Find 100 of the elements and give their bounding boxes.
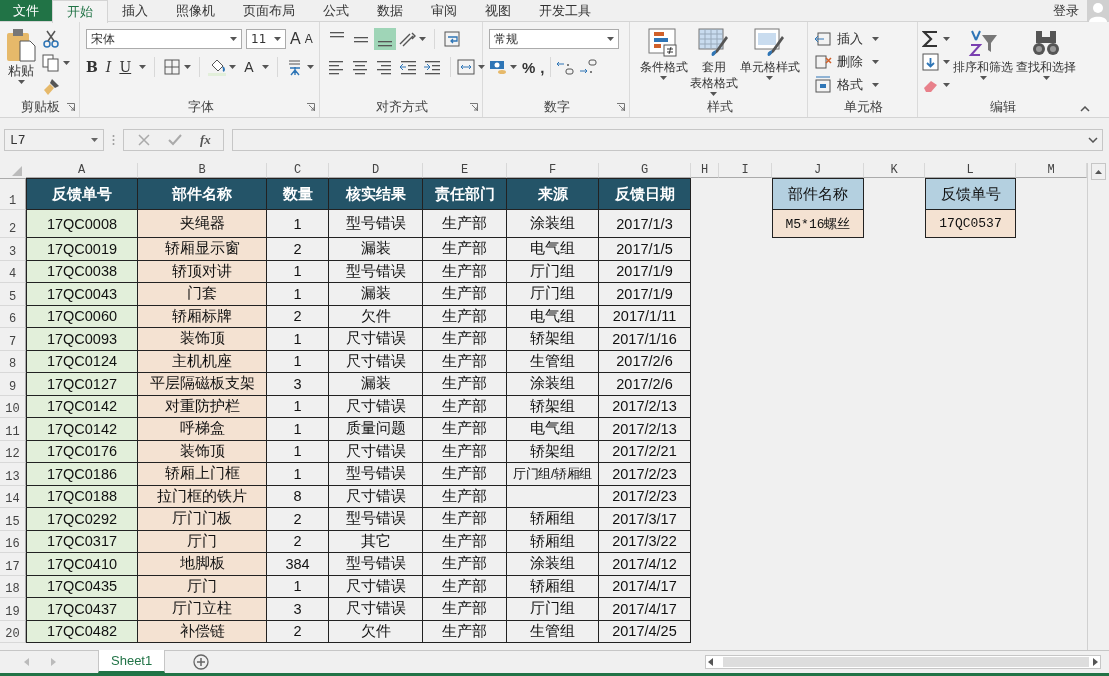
paste-button[interactable]: 粘贴 [6, 28, 36, 97]
table-cell: 生产部 [423, 598, 507, 621]
column-header[interactable]: F [507, 163, 599, 178]
table-cell: 轿厢显示窗 [138, 238, 267, 261]
table-cell: 尺寸错误 [329, 575, 423, 598]
ribbon-tab[interactable]: 文件 [0, 0, 52, 21]
group-label: 单元格 [844, 98, 883, 116]
table-cell: 生管组 [507, 620, 599, 643]
table-cell: 呼梯盒 [138, 418, 267, 441]
cells-menu-button[interactable]: 插入 [814, 28, 879, 50]
table-cell: 17QC0437 [26, 598, 138, 621]
table-cell: 型号错误 [329, 260, 423, 283]
table-cell: 生产部 [423, 305, 507, 328]
table-cell: 轿厢上门框 [138, 463, 267, 486]
column-header[interactable]: H [691, 163, 719, 178]
button-label: 套用 [701, 60, 726, 74]
name-box[interactable]: L7 [4, 129, 104, 151]
table-cell: 384 [267, 553, 329, 576]
table-header: 反馈日期 [599, 178, 691, 210]
sheet-tab[interactable]: Sheet1 [98, 650, 166, 673]
table-cell: 夹绳器 [138, 210, 267, 238]
ribbon-tab[interactable]: 审阅 [417, 0, 471, 21]
button-label: 条件格式 [639, 60, 688, 74]
table-cell: 生产部 [423, 440, 507, 463]
table-cell: 1 [267, 350, 329, 373]
percent-style-button[interactable]: % [522, 58, 536, 76]
table-cell: 质量问题 [329, 418, 423, 441]
lookup-value[interactable]: 17QC0537 [925, 210, 1016, 238]
font-color-button[interactable]: A [244, 59, 254, 75]
ribbon-tab[interactable]: 插入 [108, 0, 162, 21]
style-button[interactable]: 条件格式 [639, 28, 688, 97]
table-header: 责任部门 [423, 178, 507, 210]
cells-menu-button[interactable]: 格式 [814, 74, 879, 96]
table-cell: 轿架组 [507, 395, 599, 418]
insert-function-button[interactable]: fx [200, 132, 211, 148]
find-select-button[interactable]: 查找和选择 [1016, 28, 1076, 97]
table-cell: 漏装 [329, 238, 423, 261]
column-header[interactable]: C [267, 163, 329, 178]
table-cell: 2017/4/12 [599, 553, 691, 576]
table-cell: 涂装组 [507, 373, 599, 396]
number-format-field[interactable]: 常规 [489, 29, 619, 49]
column-header[interactable]: G [599, 163, 691, 178]
table-header: 反馈单号 [26, 178, 138, 210]
table-cell: 17QC0060 [26, 305, 138, 328]
ribbon-tab[interactable]: 开始 [52, 0, 108, 23]
style-button[interactable]: 单元格样式 [739, 28, 800, 97]
lookup-value[interactable]: M5*16螺丝 [772, 210, 864, 238]
column-header[interactable]: L [925, 163, 1016, 178]
shrink-font-button[interactable]: A [304, 32, 313, 46]
style-button[interactable]: 套用 表格格式 [689, 28, 738, 97]
column-header[interactable]: M [1016, 163, 1087, 178]
comma-style-button[interactable]: , [540, 58, 545, 76]
column-header[interactable]: D [329, 163, 423, 178]
table-cell: 2017/2/13 [599, 395, 691, 418]
cells-menu-button[interactable]: 删除 [814, 51, 879, 73]
button-label: 单元格样式 [739, 60, 800, 74]
table-cell: 漏装 [329, 283, 423, 306]
column-header[interactable]: I [719, 163, 772, 178]
table-cell: 生产部 [423, 508, 507, 531]
table-cell: 2017/2/13 [599, 418, 691, 441]
sort-filter-button[interactable]: 排序和筛选 [953, 28, 1013, 97]
ribbon-tab[interactable]: 视图 [471, 0, 525, 21]
column-header[interactable]: J [772, 163, 864, 178]
ribbon-tab[interactable]: 公式 [309, 0, 363, 21]
font-size-field[interactable]: 11 [246, 29, 286, 49]
table-cell: 轿厢标牌 [138, 305, 267, 328]
table-cell: 型号错误 [329, 553, 423, 576]
ribbon-tab[interactable]: 照像机 [162, 0, 229, 21]
ribbon-tab[interactable]: 开发工具 [525, 0, 605, 21]
font-name-field[interactable]: 宋体 [86, 29, 242, 49]
column-header[interactable]: B [138, 163, 267, 178]
underline-button[interactable]: U [119, 59, 132, 75]
table-cell: 2017/2/6 [599, 373, 691, 396]
table-cell: 生产部 [423, 373, 507, 396]
table-cell: 17QC0038 [26, 260, 138, 283]
table-cell: 电气组 [507, 418, 599, 441]
table-cell: 2 [267, 238, 329, 261]
ribbon-tab[interactable]: 数据 [363, 0, 417, 21]
column-header[interactable]: K [864, 163, 925, 178]
grow-font-button[interactable]: A [290, 30, 301, 48]
table-header: 部件名称 [138, 178, 267, 210]
table-cell: 其它 [329, 530, 423, 553]
bold-button[interactable]: B [86, 59, 98, 75]
table-cell: 2017/1/3 [599, 210, 691, 238]
sign-in-link[interactable]: 登录 [1053, 0, 1079, 21]
italic-button[interactable]: I [105, 59, 112, 75]
table-cell: 3 [267, 373, 329, 396]
group-label: 剪贴板 [21, 98, 60, 116]
table-cell: 生产部 [423, 210, 507, 238]
table-cell: 2017/3/22 [599, 530, 691, 553]
table-cell: 1 [267, 418, 329, 441]
group-label: 样式 [706, 98, 733, 116]
column-header[interactable]: E [423, 163, 507, 178]
group-label: 字体 [187, 98, 214, 116]
column-header[interactable]: A [26, 163, 138, 178]
table-cell: 轿厢组 [507, 530, 599, 553]
table-cell: 电气组 [507, 305, 599, 328]
table-header: 来源 [507, 178, 599, 210]
button-label: 表格格式 [689, 76, 738, 90]
ribbon-tab[interactable]: 页面布局 [229, 0, 309, 21]
